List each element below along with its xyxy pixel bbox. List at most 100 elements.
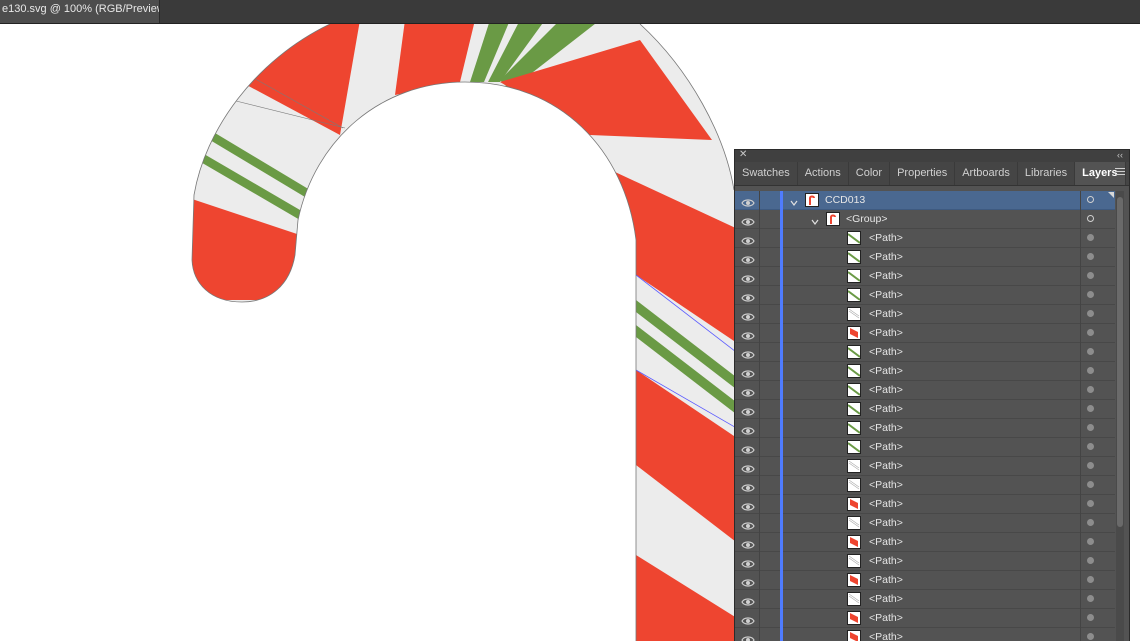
eye-icon[interactable] — [741, 290, 755, 302]
layers-scrollbar[interactable] — [1116, 191, 1124, 641]
close-icon[interactable]: ✕ — [739, 150, 747, 161]
tab-actions[interactable]: Actions — [798, 162, 849, 185]
layer-row-path[interactable]: <Path> — [735, 419, 1115, 438]
eye-icon[interactable] — [741, 404, 755, 416]
lock-column[interactable] — [759, 381, 760, 400]
layer-row-path[interactable]: <Path> — [735, 248, 1115, 267]
tab-artboards[interactable]: Artboards — [955, 162, 1018, 185]
target-circle-icon[interactable] — [1087, 386, 1094, 393]
eye-icon[interactable] — [741, 575, 755, 587]
layer-row-path[interactable]: <Path> — [735, 476, 1115, 495]
eye-icon[interactable] — [741, 423, 755, 435]
eye-icon[interactable] — [741, 309, 755, 321]
lock-column[interactable] — [759, 552, 760, 571]
hamburger-menu-icon[interactable] — [1115, 168, 1125, 178]
target-circle-icon[interactable] — [1087, 614, 1094, 621]
eye-icon[interactable] — [741, 537, 755, 549]
layer-row-ccd013[interactable]: CCD013 — [735, 191, 1115, 210]
target-circle-icon[interactable] — [1087, 405, 1094, 412]
panel-titlebar[interactable]: ✕ ‹‹ — [735, 150, 1129, 162]
lock-column[interactable] — [759, 609, 760, 628]
layer-row-path[interactable]: <Path> — [735, 286, 1115, 305]
lock-column[interactable] — [759, 267, 760, 286]
eye-icon[interactable] — [741, 328, 755, 340]
lock-column[interactable] — [759, 495, 760, 514]
eye-icon[interactable] — [741, 518, 755, 530]
lock-column[interactable] — [759, 229, 760, 248]
tab-properties[interactable]: Properties — [890, 162, 956, 185]
target-circle-icon[interactable] — [1087, 519, 1094, 526]
target-circle-icon[interactable] — [1087, 481, 1094, 488]
eye-icon[interactable] — [741, 632, 755, 641]
target-circle-icon[interactable] — [1087, 291, 1094, 298]
target-circle-icon[interactable] — [1087, 196, 1094, 203]
layer-row-path[interactable]: <Path> — [735, 362, 1115, 381]
target-circle-icon[interactable] — [1087, 234, 1094, 241]
lock-column[interactable] — [759, 571, 760, 590]
layer-row-path[interactable]: <Path> — [735, 438, 1115, 457]
lock-column[interactable] — [759, 324, 760, 343]
target-circle-icon[interactable] — [1087, 348, 1094, 355]
target-circle-icon[interactable] — [1087, 424, 1094, 431]
eye-icon[interactable] — [741, 347, 755, 359]
tab-color[interactable]: Color — [849, 162, 891, 185]
layer-row-path[interactable]: <Path> — [735, 552, 1115, 571]
layer-row-path[interactable]: <Path> — [735, 400, 1115, 419]
eye-icon[interactable] — [741, 214, 755, 226]
layer-row-path[interactable]: <Path> — [735, 229, 1115, 248]
lock-column[interactable] — [759, 343, 760, 362]
eye-icon[interactable] — [741, 233, 755, 245]
layer-row-path[interactable]: <Path> — [735, 628, 1115, 641]
eye-icon[interactable] — [741, 366, 755, 378]
layer-row-group[interactable]: <Group> — [735, 210, 1115, 229]
lock-column[interactable] — [759, 628, 760, 641]
eye-icon[interactable] — [741, 480, 755, 492]
target-circle-icon[interactable] — [1087, 329, 1094, 336]
layer-row-path[interactable]: <Path> — [735, 609, 1115, 628]
layer-row-path[interactable]: <Path> — [735, 571, 1115, 590]
eye-icon[interactable] — [741, 271, 755, 283]
lock-column[interactable] — [759, 476, 760, 495]
target-circle-icon[interactable] — [1087, 595, 1094, 602]
chevron-down-icon[interactable] — [810, 214, 820, 225]
layer-row-path[interactable]: <Path> — [735, 514, 1115, 533]
eye-icon[interactable] — [741, 461, 755, 473]
layer-row-path[interactable]: <Path> — [735, 267, 1115, 286]
target-circle-icon[interactable] — [1087, 538, 1094, 545]
lock-column[interactable] — [759, 305, 760, 324]
target-circle-icon[interactable] — [1087, 576, 1094, 583]
layer-row-path[interactable]: <Path> — [735, 533, 1115, 552]
layer-row-path[interactable]: <Path> — [735, 495, 1115, 514]
eye-icon[interactable] — [741, 442, 755, 454]
lock-column[interactable] — [759, 457, 760, 476]
document-tab[interactable]: e130.svg @ 100% (RGB/Preview) — [0, 0, 160, 23]
lock-column[interactable] — [759, 248, 760, 267]
lock-column[interactable] — [759, 191, 760, 210]
layer-row-path[interactable]: <Path> — [735, 590, 1115, 609]
layer-row-path[interactable]: <Path> — [735, 343, 1115, 362]
lock-column[interactable] — [759, 533, 760, 552]
lock-column[interactable] — [759, 514, 760, 533]
target-circle-icon[interactable] — [1087, 633, 1094, 640]
lock-column[interactable] — [759, 419, 760, 438]
eye-icon[interactable] — [741, 195, 755, 207]
eye-icon[interactable] — [741, 385, 755, 397]
target-circle-icon[interactable] — [1087, 443, 1094, 450]
chevron-down-icon[interactable] — [789, 195, 799, 206]
lock-column[interactable] — [759, 362, 760, 381]
layer-row-path[interactable]: <Path> — [735, 305, 1115, 324]
lock-column[interactable] — [759, 400, 760, 419]
lock-column[interactable] — [759, 590, 760, 609]
target-circle-icon[interactable] — [1087, 557, 1094, 564]
layer-row-path[interactable]: <Path> — [735, 457, 1115, 476]
tab-libraries[interactable]: Libraries — [1018, 162, 1076, 185]
target-circle-icon[interactable] — [1087, 462, 1094, 469]
double-chevron-icon[interactable]: ‹‹ — [1117, 150, 1123, 161]
eye-icon[interactable] — [741, 556, 755, 568]
lock-column[interactable] — [759, 286, 760, 305]
layer-row-path[interactable]: <Path> — [735, 381, 1115, 400]
lock-column[interactable] — [759, 210, 760, 229]
eye-icon[interactable] — [741, 594, 755, 606]
target-circle-icon[interactable] — [1087, 272, 1094, 279]
target-circle-icon[interactable] — [1087, 253, 1094, 260]
